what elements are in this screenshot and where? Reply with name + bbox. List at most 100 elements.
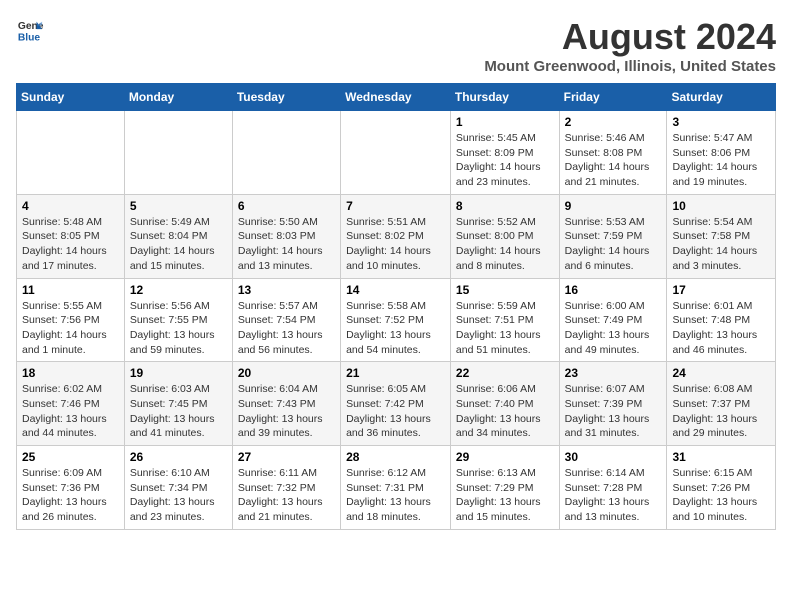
day-info: Sunrise: 5:56 AMSunset: 7:55 PMDaylight:… (130, 299, 227, 358)
day-number: 2 (565, 115, 662, 129)
day-number: 4 (22, 199, 119, 213)
day-info: Sunrise: 5:50 AMSunset: 8:03 PMDaylight:… (238, 215, 335, 274)
calendar-day-cell: 28 Sunrise: 6:12 AMSunset: 7:31 PMDayligh… (341, 446, 451, 530)
day-number: 28 (346, 450, 445, 464)
calendar-day-cell: 15 Sunrise: 5:59 AMSunset: 7:51 PMDayligh… (450, 278, 559, 362)
day-info: Sunrise: 6:08 AMSunset: 7:37 PMDaylight:… (672, 382, 770, 441)
day-number: 18 (22, 366, 119, 380)
title-section: August 2024 Mount Greenwood, Illinois, U… (484, 16, 776, 75)
day-info: Sunrise: 5:59 AMSunset: 7:51 PMDaylight:… (456, 299, 554, 358)
day-info: Sunrise: 6:05 AMSunset: 7:42 PMDaylight:… (346, 382, 445, 441)
day-info: Sunrise: 5:55 AMSunset: 7:56 PMDaylight:… (22, 299, 119, 358)
day-info: Sunrise: 6:06 AMSunset: 7:40 PMDaylight:… (456, 382, 554, 441)
calendar-day-cell: 8 Sunrise: 5:52 AMSunset: 8:00 PMDaylight… (450, 194, 559, 278)
day-info: Sunrise: 5:45 AMSunset: 8:09 PMDaylight:… (456, 131, 554, 190)
day-info: Sunrise: 6:10 AMSunset: 7:34 PMDaylight:… (130, 466, 227, 525)
calendar-day-cell: 14 Sunrise: 5:58 AMSunset: 7:52 PMDayligh… (341, 278, 451, 362)
svg-text:Blue: Blue (18, 32, 41, 43)
day-number: 27 (238, 450, 335, 464)
calendar-day-cell: 23 Sunrise: 6:07 AMSunset: 7:39 PMDayligh… (559, 362, 667, 446)
day-number: 23 (565, 366, 662, 380)
day-info: Sunrise: 6:02 AMSunset: 7:46 PMDaylight:… (22, 382, 119, 441)
calendar-day-cell: 26 Sunrise: 6:10 AMSunset: 7:34 PMDayligh… (124, 446, 232, 530)
day-info: Sunrise: 5:57 AMSunset: 7:54 PMDaylight:… (238, 299, 335, 358)
weekday-header: Thursday (450, 84, 559, 111)
day-info: Sunrise: 6:09 AMSunset: 7:36 PMDaylight:… (22, 466, 119, 525)
day-number: 11 (22, 283, 119, 297)
calendar-table: SundayMondayTuesdayWednesdayThursdayFrid… (16, 83, 776, 530)
day-number: 31 (672, 450, 770, 464)
calendar-day-cell: 29 Sunrise: 6:13 AMSunset: 7:29 PMDayligh… (450, 446, 559, 530)
day-number: 13 (238, 283, 335, 297)
day-info: Sunrise: 5:52 AMSunset: 8:00 PMDaylight:… (456, 215, 554, 274)
calendar-day-cell: 27 Sunrise: 6:11 AMSunset: 7:32 PMDayligh… (232, 446, 340, 530)
calendar-day-cell (232, 111, 340, 195)
calendar-day-cell: 3 Sunrise: 5:47 AMSunset: 8:06 PMDaylight… (667, 111, 776, 195)
day-info: Sunrise: 6:00 AMSunset: 7:49 PMDaylight:… (565, 299, 662, 358)
logo: General Blue (16, 16, 44, 44)
day-number: 25 (22, 450, 119, 464)
weekday-header: Saturday (667, 84, 776, 111)
calendar-day-cell: 25 Sunrise: 6:09 AMSunset: 7:36 PMDayligh… (17, 446, 125, 530)
calendar-day-cell: 31Sunrise: 6:15 AMSunset: 7:26 PMDayligh… (667, 446, 776, 530)
calendar-week-row: 1 Sunrise: 5:45 AMSunset: 8:09 PMDaylight… (17, 111, 776, 195)
day-number: 16 (565, 283, 662, 297)
calendar-subtitle: Mount Greenwood, Illinois, United States (484, 58, 776, 75)
day-number: 9 (565, 199, 662, 213)
calendar-week-row: 4Sunrise: 5:48 AMSunset: 8:05 PMDaylight… (17, 194, 776, 278)
weekday-header-row: SundayMondayTuesdayWednesdayThursdayFrid… (17, 84, 776, 111)
day-info: Sunrise: 5:54 AMSunset: 7:58 PMDaylight:… (672, 215, 770, 274)
calendar-day-cell: 20 Sunrise: 6:04 AMSunset: 7:43 PMDayligh… (232, 362, 340, 446)
day-number: 1 (456, 115, 554, 129)
day-info: Sunrise: 6:04 AMSunset: 7:43 PMDaylight:… (238, 382, 335, 441)
calendar-day-cell: 21Sunrise: 6:05 AMSunset: 7:42 PMDayligh… (341, 362, 451, 446)
calendar-day-cell: 5Sunrise: 5:49 AMSunset: 8:04 PMDaylight… (124, 194, 232, 278)
day-number: 24 (672, 366, 770, 380)
weekday-header: Wednesday (341, 84, 451, 111)
day-number: 30 (565, 450, 662, 464)
weekday-header: Tuesday (232, 84, 340, 111)
calendar-day-cell (17, 111, 125, 195)
calendar-day-cell: 4Sunrise: 5:48 AMSunset: 8:05 PMDaylight… (17, 194, 125, 278)
day-info: Sunrise: 6:03 AMSunset: 7:45 PMDaylight:… (130, 382, 227, 441)
day-info: Sunrise: 5:53 AMSunset: 7:59 PMDaylight:… (565, 215, 662, 274)
day-info: Sunrise: 5:58 AMSunset: 7:52 PMDaylight:… (346, 299, 445, 358)
day-number: 29 (456, 450, 554, 464)
day-number: 20 (238, 366, 335, 380)
day-number: 17 (672, 283, 770, 297)
day-info: Sunrise: 6:07 AMSunset: 7:39 PMDaylight:… (565, 382, 662, 441)
calendar-day-cell: 22 Sunrise: 6:06 AMSunset: 7:40 PMDayligh… (450, 362, 559, 446)
calendar-day-cell: 19 Sunrise: 6:03 AMSunset: 7:45 PMDayligh… (124, 362, 232, 446)
calendar-day-cell: 12Sunrise: 5:56 AMSunset: 7:55 PMDayligh… (124, 278, 232, 362)
calendar-day-cell (124, 111, 232, 195)
calendar-day-cell: 7 Sunrise: 5:51 AMSunset: 8:02 PMDaylight… (341, 194, 451, 278)
day-number: 6 (238, 199, 335, 213)
weekday-header: Sunday (17, 84, 125, 111)
day-info: Sunrise: 6:01 AMSunset: 7:48 PMDaylight:… (672, 299, 770, 358)
calendar-title: August 2024 (484, 16, 776, 58)
calendar-week-row: 18 Sunrise: 6:02 AMSunset: 7:46 PMDayligh… (17, 362, 776, 446)
calendar-day-cell: 6 Sunrise: 5:50 AMSunset: 8:03 PMDaylight… (232, 194, 340, 278)
day-number: 7 (346, 199, 445, 213)
logo-icon: General Blue (16, 16, 44, 44)
day-info: Sunrise: 6:13 AMSunset: 7:29 PMDaylight:… (456, 466, 554, 525)
day-number: 3 (672, 115, 770, 129)
day-info: Sunrise: 5:47 AMSunset: 8:06 PMDaylight:… (672, 131, 770, 190)
weekday-header: Monday (124, 84, 232, 111)
calendar-day-cell: 11 Sunrise: 5:55 AMSunset: 7:56 PMDayligh… (17, 278, 125, 362)
day-number: 8 (456, 199, 554, 213)
day-number: 22 (456, 366, 554, 380)
day-number: 19 (130, 366, 227, 380)
day-info: Sunrise: 6:11 AMSunset: 7:32 PMDaylight:… (238, 466, 335, 525)
day-number: 14 (346, 283, 445, 297)
calendar-day-cell: 16 Sunrise: 6:00 AMSunset: 7:49 PMDayligh… (559, 278, 667, 362)
day-number: 10 (672, 199, 770, 213)
day-info: Sunrise: 6:12 AMSunset: 7:31 PMDaylight:… (346, 466, 445, 525)
day-number: 15 (456, 283, 554, 297)
day-info: Sunrise: 5:46 AMSunset: 8:08 PMDaylight:… (565, 131, 662, 190)
day-info: Sunrise: 5:49 AMSunset: 8:04 PMDaylight:… (130, 215, 227, 274)
calendar-day-cell: 9 Sunrise: 5:53 AMSunset: 7:59 PMDaylight… (559, 194, 667, 278)
day-number: 26 (130, 450, 227, 464)
day-info: Sunrise: 5:51 AMSunset: 8:02 PMDaylight:… (346, 215, 445, 274)
calendar-day-cell: 10 Sunrise: 5:54 AMSunset: 7:58 PMDayligh… (667, 194, 776, 278)
